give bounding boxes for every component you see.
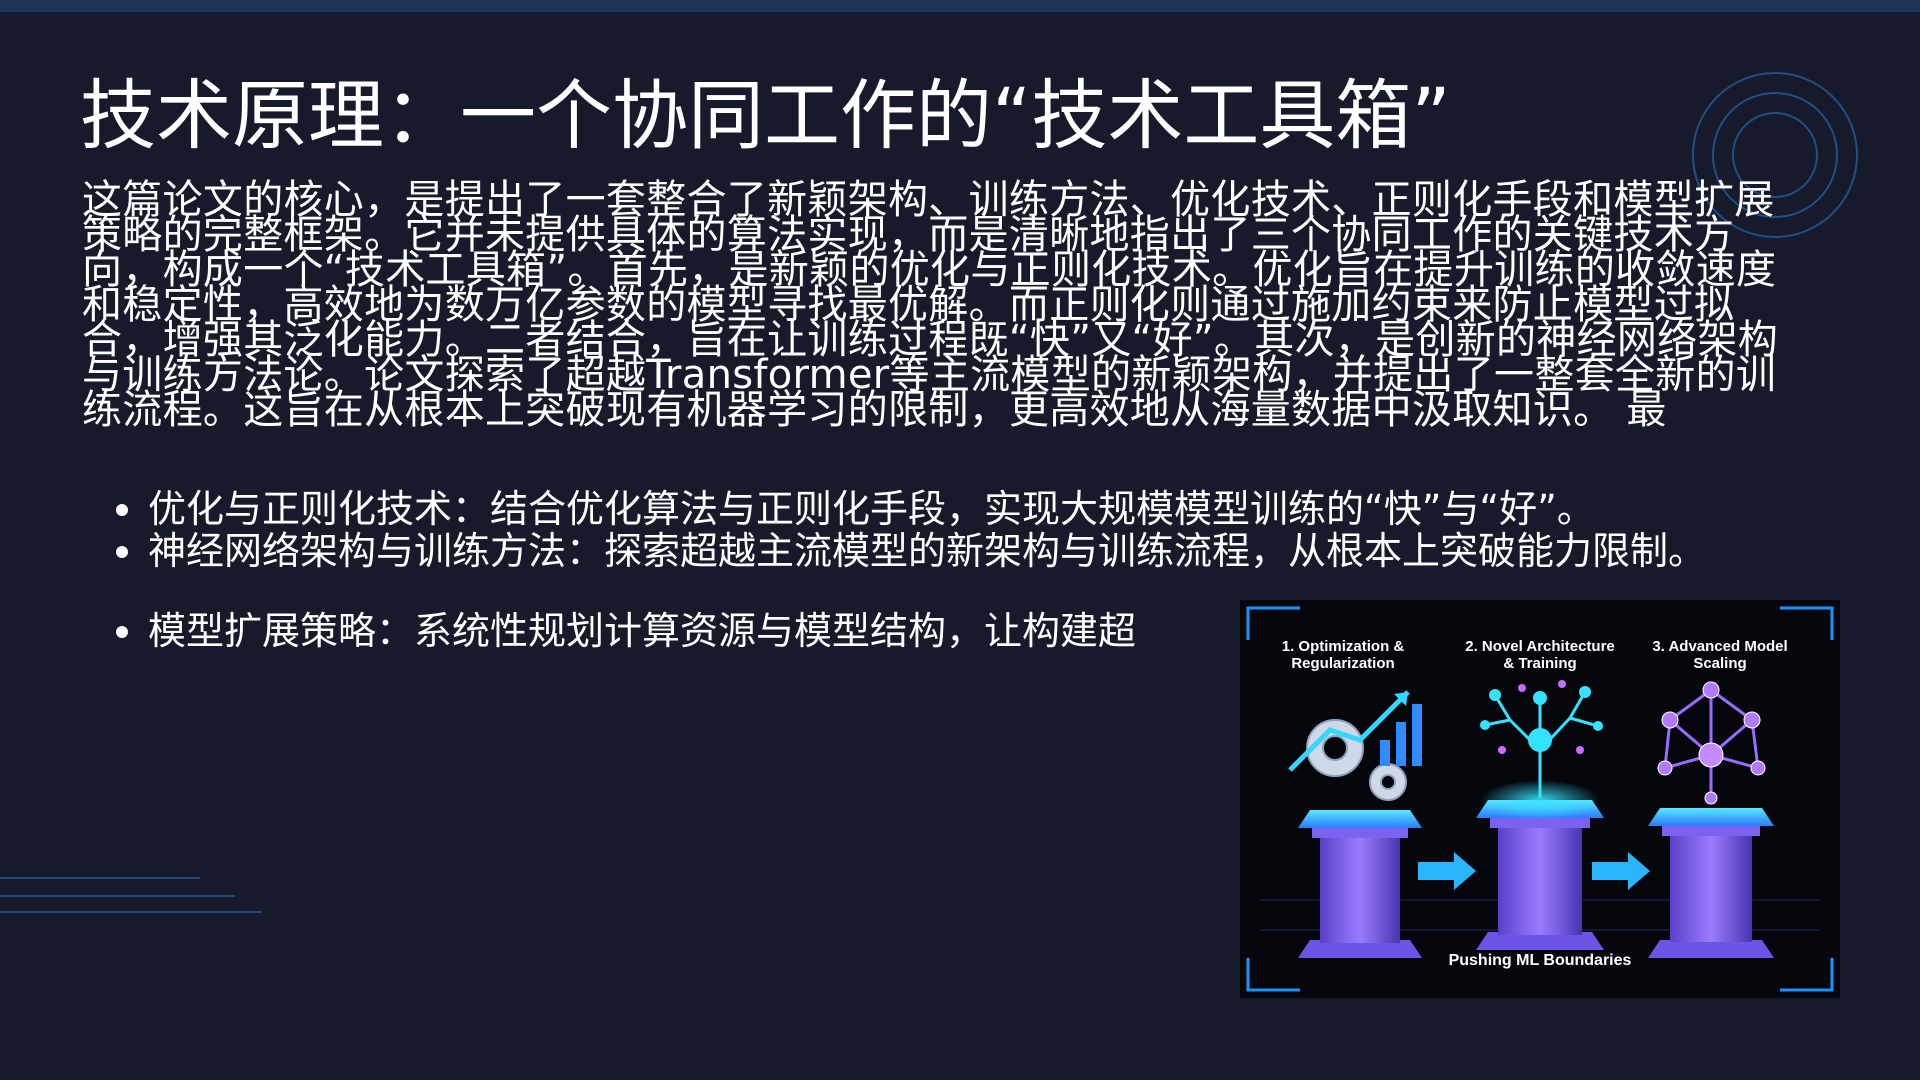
pillar-1 bbox=[1298, 810, 1422, 958]
top-accent-bar bbox=[0, 0, 1920, 12]
bullet-text: 优化与正则化技术：结合优化算法与正则化手段，实现大规模模型训练的“快”与“好”。 bbox=[148, 487, 1595, 531]
bullet-icon bbox=[116, 546, 128, 558]
pillar-3 bbox=[1648, 808, 1774, 958]
bullet-icon bbox=[116, 626, 128, 638]
slide-title: 技术原理：一个协同工作的“技术工具箱” bbox=[80, 71, 1451, 160]
figure-label-1: 1. Optimization & Regularization bbox=[1281, 638, 1405, 672]
bullet-item: 神经网络架构与训练方法：探索超越主流模型的新架构与训练流程，从根本上突破能力限制… bbox=[110, 530, 1850, 572]
bullet-text: 模型扩展策略：系统性规划计算资源与模型结构，让构建超 bbox=[148, 609, 1137, 653]
figure-label-2: 2. Novel Architecture & Training bbox=[1465, 638, 1615, 672]
slide: 技术原理：一个协同工作的“技术工具箱” 这篇论文的核心，是提出了一套整合了新颖架… bbox=[0, 0, 1920, 1080]
arrow-right-icon bbox=[1418, 852, 1476, 890]
figure-label-3: 3. Advanced Model Scaling bbox=[1652, 638, 1788, 672]
body-paragraph: 这篇论文的核心，是提出了一套整合了新颖架构、训练方法、优化技术、正则化手段和模型… bbox=[82, 177, 1779, 433]
framework-illustration: 1. Optimization & Regularization 2. Nove… bbox=[1240, 600, 1840, 998]
gear-icon bbox=[1306, 719, 1407, 801]
bullet-icon bbox=[116, 504, 128, 516]
bullet-text: 神经网络架构与训练方法：探索超越主流模型的新架构与训练流程，从根本上突破能力限制… bbox=[148, 529, 1707, 573]
figure-footer: Pushing ML Boundaries bbox=[1448, 952, 1632, 969]
arrow-right-icon bbox=[1592, 852, 1650, 890]
line-decoration bbox=[0, 877, 262, 913]
pillar-2 bbox=[1476, 800, 1604, 950]
bullet-item: 优化与正则化技术：结合优化算法与正则化手段，实现大规模模型训练的“快”与“好”。 bbox=[110, 488, 1850, 530]
